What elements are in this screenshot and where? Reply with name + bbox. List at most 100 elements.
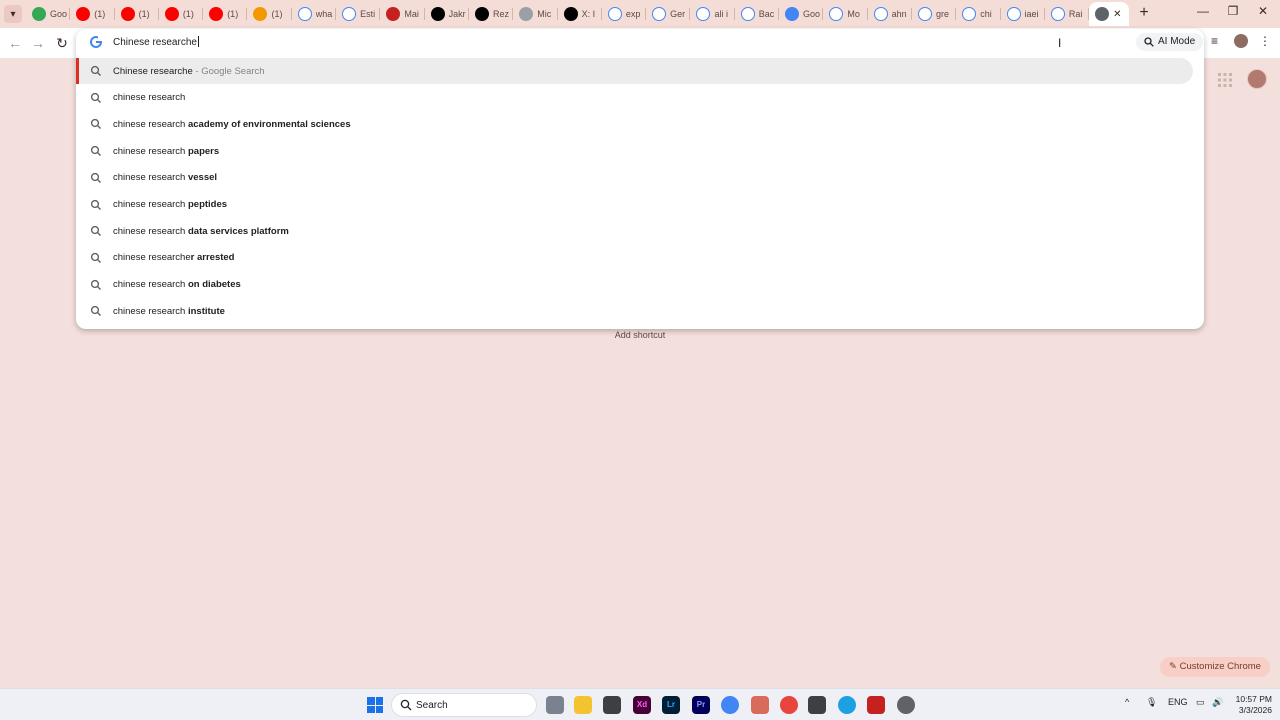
add-shortcut-label[interactable]: Add shortcut	[600, 330, 680, 340]
reload-button[interactable]: ↻	[53, 34, 71, 52]
suggestion-item[interactable]: chinese research papers	[76, 138, 1193, 164]
customize-chrome-button[interactable]: ✎ Customize Chrome	[1160, 657, 1270, 677]
network-icon[interactable]: ▭	[1196, 697, 1205, 708]
account-avatar[interactable]	[1247, 69, 1267, 89]
tab-title: Mai	[404, 9, 419, 19]
tab-title: gre	[935, 9, 949, 19]
active-tab[interactable]: ✕	[1089, 2, 1130, 26]
minimize-button[interactable]: —	[1188, 4, 1218, 18]
browser-tab[interactable]: chi	[956, 2, 1001, 26]
browser-tab[interactable]: Rez	[469, 2, 514, 26]
browser-tab[interactable]: Esti	[336, 2, 381, 26]
browser-tab[interactable]: Mo	[823, 2, 868, 26]
suggestion-prefix: chinese research	[113, 305, 188, 317]
browser-tab[interactable]: Goo	[779, 2, 824, 26]
google-icon	[962, 7, 977, 21]
tab-title: ahn	[891, 9, 907, 19]
address-bar[interactable]: Chinese researche AI Mode	[76, 29, 1204, 55]
browser-tab[interactable]: Bac	[735, 2, 780, 26]
browser-tab[interactable]: Mic	[513, 2, 558, 26]
suggestion-item[interactable]: chinese research	[76, 85, 1193, 111]
ai-mode-button[interactable]: AI Mode	[1136, 33, 1204, 51]
ai-search-icon	[1144, 37, 1154, 47]
suggestion-item[interactable]: chinese researcher arrested	[76, 245, 1193, 271]
browser-tab[interactable]: wha	[292, 2, 337, 26]
suggestion-text: chinese research data services platform	[113, 226, 289, 237]
suggestion-item[interactable]: Chinese researche - Google Search	[76, 58, 1193, 84]
browser-tab[interactable]: Goo	[26, 2, 71, 26]
suggestion-item[interactable]: chinese research vessel	[76, 165, 1193, 191]
tab-title: (1)	[94, 9, 106, 19]
edge-icon[interactable]	[838, 696, 856, 714]
microphone-icon[interactable]: 🎙	[1146, 697, 1157, 708]
google-icon	[1006, 7, 1021, 21]
premiere-icon[interactable]: Pr	[692, 696, 710, 714]
tray-chevron-icon[interactable]: ^	[1125, 697, 1129, 707]
tab-title: Bac	[758, 9, 775, 19]
suggestion-item[interactable]: chinese research academy of environmenta…	[76, 111, 1193, 137]
tab-title: Jakr	[448, 9, 466, 19]
tab-title: Rez	[492, 9, 509, 19]
new-tab-button[interactable]: +	[1136, 5, 1152, 21]
search-icon	[90, 226, 101, 237]
browser-tab[interactable]: iaei	[1001, 2, 1045, 26]
browser-tab[interactable]: (1)	[203, 2, 248, 26]
suggestion-item[interactable]: chinese research data services platform	[76, 218, 1193, 244]
task-view-icon[interactable]	[546, 696, 564, 714]
search-icon	[90, 199, 101, 210]
notes-app-icon[interactable]	[808, 696, 826, 714]
adobe-xd-icon[interactable]: Xd	[633, 696, 651, 714]
tab-search-button[interactable]: ▾	[4, 5, 22, 23]
chrome-icon[interactable]	[721, 696, 739, 714]
tab-media-icon[interactable]: ≡	[1211, 34, 1218, 48]
search-icon	[400, 699, 412, 711]
back-button[interactable]: ←	[6, 34, 24, 52]
chrome-active-icon[interactable]	[751, 696, 769, 714]
taskbar-search-box[interactable]: Search	[391, 693, 537, 717]
browser-tab[interactable]: ahn	[868, 2, 912, 26]
settings-app-icon[interactable]	[897, 696, 915, 714]
browser-tab[interactable]: Ger	[646, 2, 691, 26]
system-clock[interactable]: 10:57 PM 3/3/2026	[1226, 694, 1272, 716]
gemini-icon	[785, 7, 800, 21]
suggestion-item[interactable]: chinese research institute	[76, 298, 1193, 324]
mail-app-icon[interactable]	[867, 696, 885, 714]
suggestion-item[interactable]: chinese research peptides	[76, 192, 1193, 218]
browser-tab[interactable]: (1)	[159, 2, 204, 26]
profile-avatar[interactable]	[1234, 34, 1248, 48]
google-apps-icon[interactable]	[1218, 73, 1232, 87]
close-window-button[interactable]: ✕	[1248, 4, 1278, 18]
browser-tab[interactable]: gre	[912, 2, 957, 26]
tab-title: wha	[315, 9, 333, 19]
red-app-icon[interactable]	[780, 696, 798, 714]
browser-tab[interactable]: (1)	[247, 2, 292, 26]
suggestion-completion: vessel	[187, 172, 218, 184]
terminal-icon[interactable]	[603, 696, 621, 714]
suggestion-prefix: chinese research	[113, 172, 188, 184]
address-input[interactable]: Chinese researche	[113, 36, 199, 48]
menu-kebab-icon[interactable]: ⋮	[1259, 34, 1271, 48]
suggestion-completion: peptides	[187, 199, 228, 210]
file-explorer-icon[interactable]	[574, 696, 592, 714]
suggestion-item[interactable]: chinese research on diabetes	[76, 272, 1193, 298]
language-indicator[interactable]: ENG	[1168, 697, 1188, 707]
tab-title: Ger	[670, 9, 686, 19]
lightroom-icon[interactable]: Lr	[662, 696, 680, 714]
suggestion-prefix: chinese research	[113, 279, 188, 291]
browser-tab[interactable]: Rai	[1045, 2, 1090, 26]
browser-tab[interactable]: Mai	[380, 2, 425, 26]
close-tab-icon[interactable]: ✕	[1113, 9, 1121, 20]
browser-tab[interactable]: ali i	[690, 2, 735, 26]
browser-tab[interactable]: Jakr	[425, 2, 469, 26]
search-icon	[90, 119, 101, 130]
browser-tab[interactable]: (1)	[70, 2, 115, 26]
google-icon	[297, 7, 312, 21]
suggestion-prefix: chinese research	[113, 145, 188, 157]
browser-tab[interactable]: exp	[602, 2, 647, 26]
windows-start-icon[interactable]	[367, 697, 383, 713]
browser-tab[interactable]: X: I	[558, 2, 602, 26]
maximize-button[interactable]: ❐	[1218, 4, 1248, 18]
forward-button[interactable]: →	[29, 34, 47, 52]
browser-tab[interactable]: (1)	[115, 2, 159, 26]
volume-icon[interactable]: 🔊	[1212, 697, 1223, 708]
